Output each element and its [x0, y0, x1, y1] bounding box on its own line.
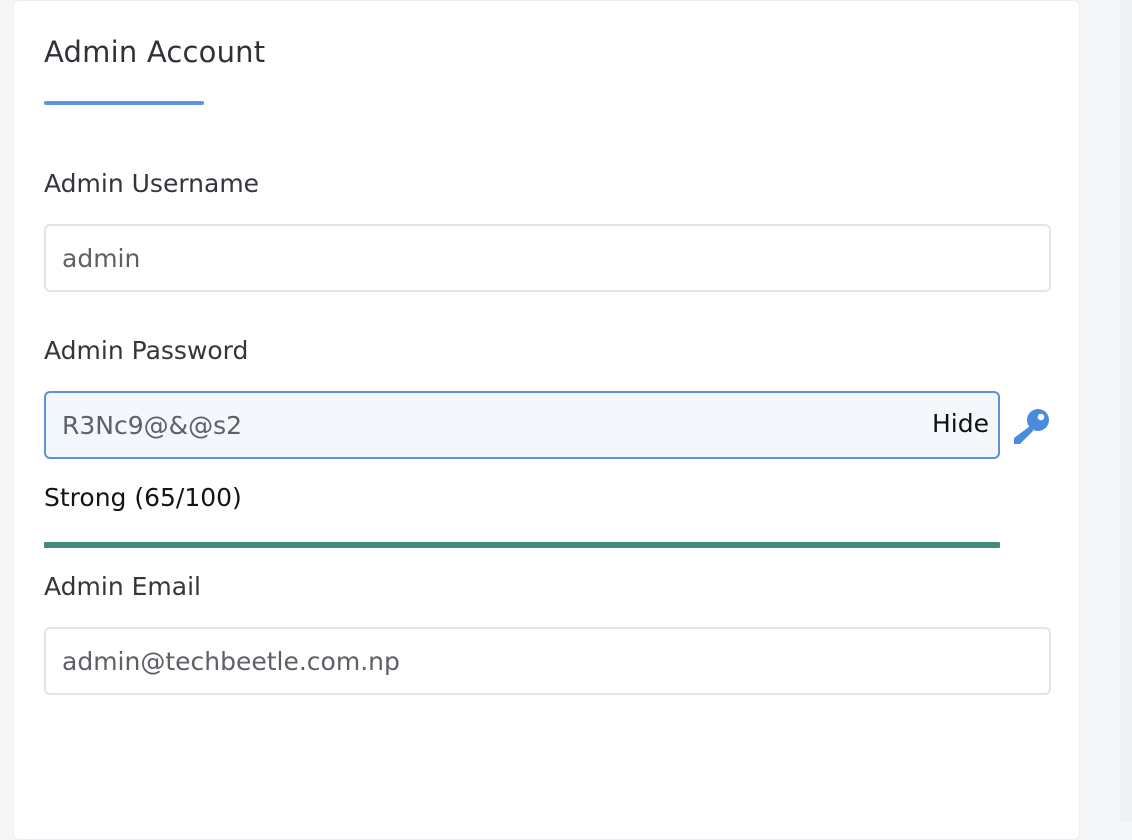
username-input[interactable] — [44, 224, 1051, 292]
email-input[interactable] — [44, 627, 1051, 695]
password-input[interactable] — [44, 391, 1000, 459]
password-strength-text: Strong (65/100) — [44, 483, 242, 512]
email-label: Admin Email — [44, 572, 201, 601]
page-edge-strip — [1120, 0, 1132, 822]
password-label: Admin Password — [44, 336, 249, 365]
username-label: Admin Username — [44, 169, 260, 198]
admin-account-card: Admin Account Admin Username Admin Passw… — [13, 0, 1080, 840]
password-strength-fill — [44, 542, 1000, 548]
title-underline — [44, 101, 204, 105]
section-title: Admin Account — [44, 35, 266, 69]
password-strength-bar — [44, 542, 1000, 548]
hide-password-toggle[interactable]: Hide — [932, 409, 989, 438]
key-icon[interactable] — [1010, 405, 1054, 449]
